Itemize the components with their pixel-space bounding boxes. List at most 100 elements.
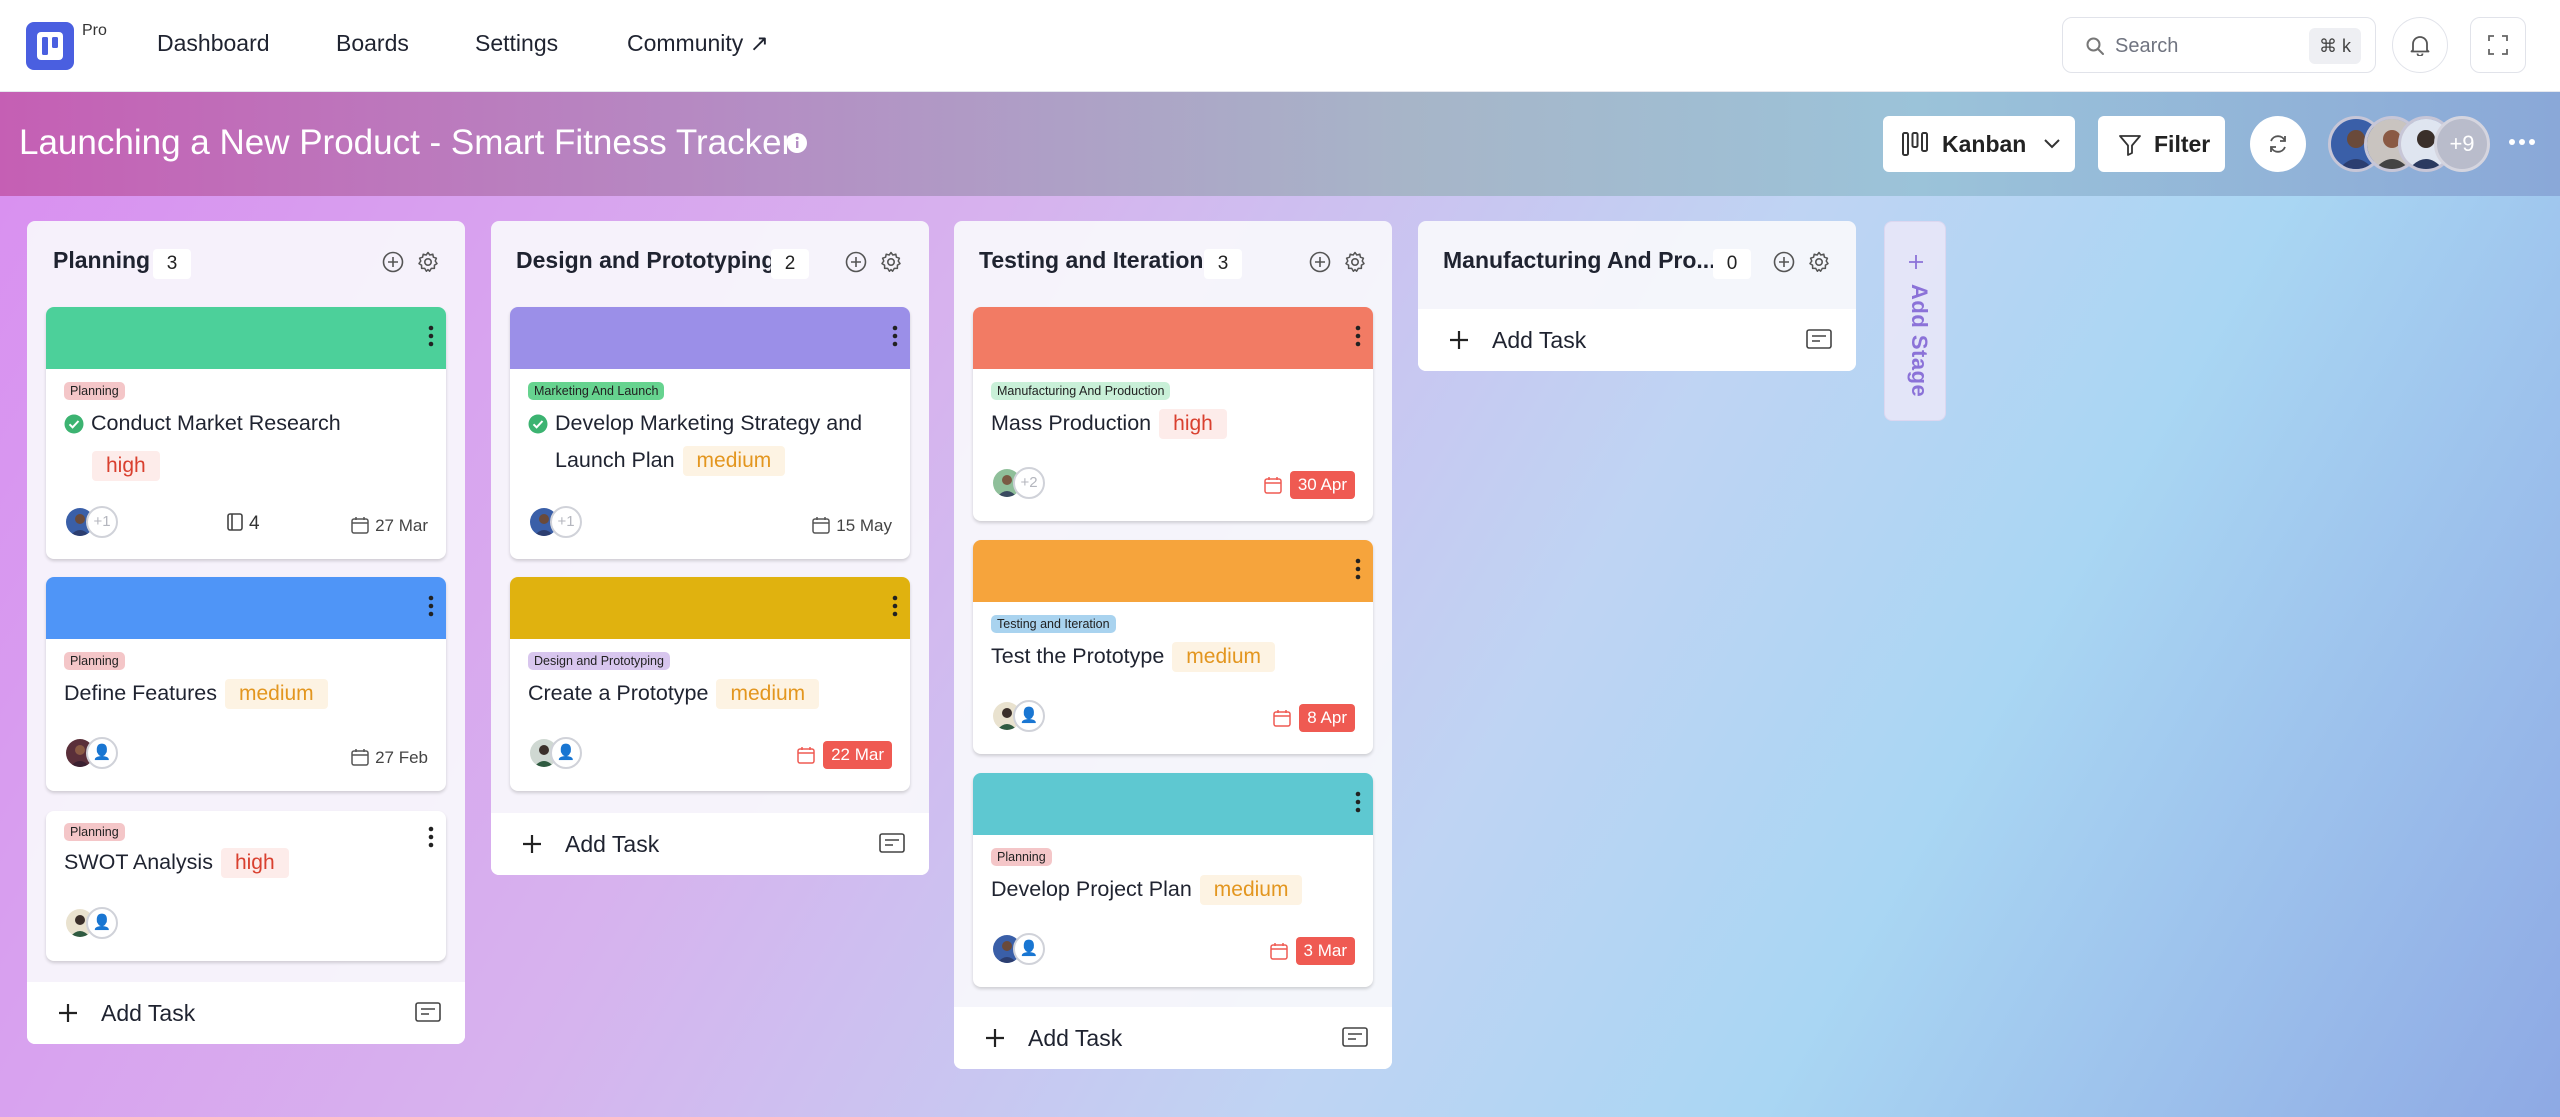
- notifications-button[interactable]: [2392, 17, 2448, 73]
- priority-badge: medium: [716, 679, 820, 710]
- filter-button[interactable]: Filter: [2098, 116, 2225, 172]
- calendar-icon: [351, 517, 369, 534]
- info-icon[interactable]: [786, 132, 808, 154]
- card-icon[interactable]: [1806, 329, 1832, 349]
- nav-community[interactable]: Community ↗: [627, 30, 769, 57]
- task-card[interactable]: Planning SWOT Analysis high 👤: [46, 811, 446, 961]
- due-date-overdue: 22 Mar: [797, 741, 892, 769]
- assignees[interactable]: 👤: [64, 737, 154, 771]
- gear-icon[interactable]: [417, 251, 439, 273]
- column-title: Testing and Iteration: [979, 247, 1204, 273]
- card-color-band: [46, 307, 446, 369]
- card-icon[interactable]: [415, 1002, 441, 1022]
- nav-dashboard[interactable]: Dashboard: [157, 30, 270, 57]
- add-task-label: Add Task: [565, 831, 660, 857]
- plus-circle-icon[interactable]: [382, 251, 404, 273]
- gear-icon[interactable]: [1344, 251, 1366, 273]
- search-input[interactable]: Search ⌘ k: [2062, 17, 2376, 73]
- nav-boards[interactable]: Boards: [336, 30, 409, 57]
- task-name: Conduct Market Research: [91, 411, 341, 435]
- plan-badge: Pro: [82, 22, 107, 39]
- calendar-icon: [1273, 710, 1292, 727]
- assignees[interactable]: +1: [64, 506, 154, 540]
- task-name: Mass Production high: [991, 405, 1227, 442]
- task-card[interactable]: Design and Prototyping Create a Prototyp…: [510, 577, 910, 791]
- filter-icon: [2119, 135, 2141, 156]
- task-name: Define Features medium: [64, 675, 328, 712]
- add-task-label: Add Task: [1028, 1025, 1123, 1051]
- subtask-count: 4: [227, 513, 260, 535]
- task-card[interactable]: Manufacturing And Production Mass Produc…: [973, 307, 1373, 521]
- card-icon[interactable]: [1342, 1027, 1368, 1047]
- task-card[interactable]: Marketing And Launch Develop Marketing S…: [510, 307, 910, 559]
- card-icon[interactable]: [879, 833, 905, 853]
- add-task-button[interactable]: Add Task: [1418, 309, 1856, 371]
- assignees[interactable]: +2: [991, 467, 1081, 501]
- gear-icon[interactable]: [1808, 251, 1830, 273]
- stage-tag: Manufacturing And Production: [991, 382, 1171, 400]
- kebab-icon[interactable]: [892, 325, 898, 347]
- filter-label: Filter: [2154, 131, 2211, 157]
- plus-icon: [523, 835, 541, 853]
- add-task-button[interactable]: Add Task: [491, 813, 929, 875]
- task-name: Test the Prototype medium: [991, 638, 1275, 675]
- kebab-icon[interactable]: [1355, 325, 1361, 347]
- column-planning: Planning 3 Planning Conduct Market Resea…: [27, 221, 465, 1044]
- more-icon[interactable]: [2508, 138, 2536, 146]
- assignees[interactable]: 👤: [991, 700, 1081, 734]
- assignee-overflow: +1: [550, 506, 582, 538]
- kebab-icon[interactable]: [892, 595, 898, 617]
- members-overflow[interactable]: +9: [2434, 116, 2490, 172]
- subtask-icon: [227, 513, 243, 531]
- calendar-icon: [797, 747, 815, 764]
- task-card[interactable]: Planning Conduct Market Research high +1…: [46, 307, 446, 559]
- kanban-icon: [1902, 132, 1928, 156]
- column-count: 3: [153, 249, 191, 279]
- plus-circle-icon[interactable]: [1309, 251, 1331, 273]
- assignee-overflow: +1: [86, 506, 118, 538]
- plus-circle-icon[interactable]: [1773, 251, 1795, 273]
- logo-icon: [37, 32, 63, 60]
- nav-settings[interactable]: Settings: [475, 30, 558, 57]
- add-task-button[interactable]: Add Task: [954, 1007, 1392, 1069]
- search-placeholder: Search: [2115, 35, 2179, 57]
- check-circle-icon[interactable]: [528, 414, 548, 434]
- assignees[interactable]: 👤: [991, 933, 1081, 967]
- project-title: Launching a New Product - Smart Fitness …: [19, 123, 794, 162]
- card-color-band: [510, 307, 910, 369]
- check-circle-icon[interactable]: [64, 414, 84, 434]
- gear-icon[interactable]: [880, 251, 902, 273]
- kebab-icon[interactable]: [428, 595, 434, 617]
- kebab-icon[interactable]: [1355, 791, 1361, 813]
- project-members[interactable]: +9: [2328, 116, 2490, 172]
- kebab-icon[interactable]: [428, 826, 434, 848]
- task-name: Develop Marketing Strategy and: [555, 411, 863, 435]
- kebab-icon[interactable]: [1355, 558, 1361, 580]
- assignees[interactable]: +1: [528, 506, 618, 540]
- task-card[interactable]: Planning Define Features medium 👤 27 Feb: [46, 577, 446, 791]
- chevron-down-icon: [2044, 139, 2060, 149]
- assignees[interactable]: 👤: [528, 737, 618, 771]
- calendar-icon: [351, 749, 369, 766]
- refresh-button[interactable]: [2250, 116, 2306, 172]
- priority-badge: medium: [1199, 875, 1303, 906]
- column-title: Manufacturing And Pro...: [1443, 247, 1716, 273]
- priority-badge: high: [220, 848, 289, 879]
- view-selector[interactable]: Kanban: [1883, 116, 2075, 172]
- task-name: SWOT Analysis high: [64, 844, 289, 881]
- fullscreen-button[interactable]: [2470, 17, 2526, 73]
- plus-icon: [59, 1004, 77, 1022]
- plus-circle-icon[interactable]: [845, 251, 867, 273]
- priority-badge: medium: [224, 679, 328, 710]
- task-card[interactable]: Testing and Iteration Test the Prototype…: [973, 540, 1373, 754]
- task-card[interactable]: Planning Develop Project Plan medium 👤 3 …: [973, 773, 1373, 987]
- top-nav: Pro Dashboard Boards Settings Community …: [0, 0, 2560, 92]
- plus-icon: [1450, 331, 1468, 349]
- app-logo[interactable]: [26, 22, 74, 70]
- add-stage-button[interactable]: Add Stage: [1884, 221, 1946, 421]
- fullscreen-icon: [2488, 35, 2508, 55]
- assignee-overflow: +2: [1013, 467, 1045, 499]
- add-task-button[interactable]: Add Task: [27, 982, 465, 1044]
- assignees[interactable]: 👤: [64, 907, 154, 941]
- kebab-icon[interactable]: [428, 325, 434, 347]
